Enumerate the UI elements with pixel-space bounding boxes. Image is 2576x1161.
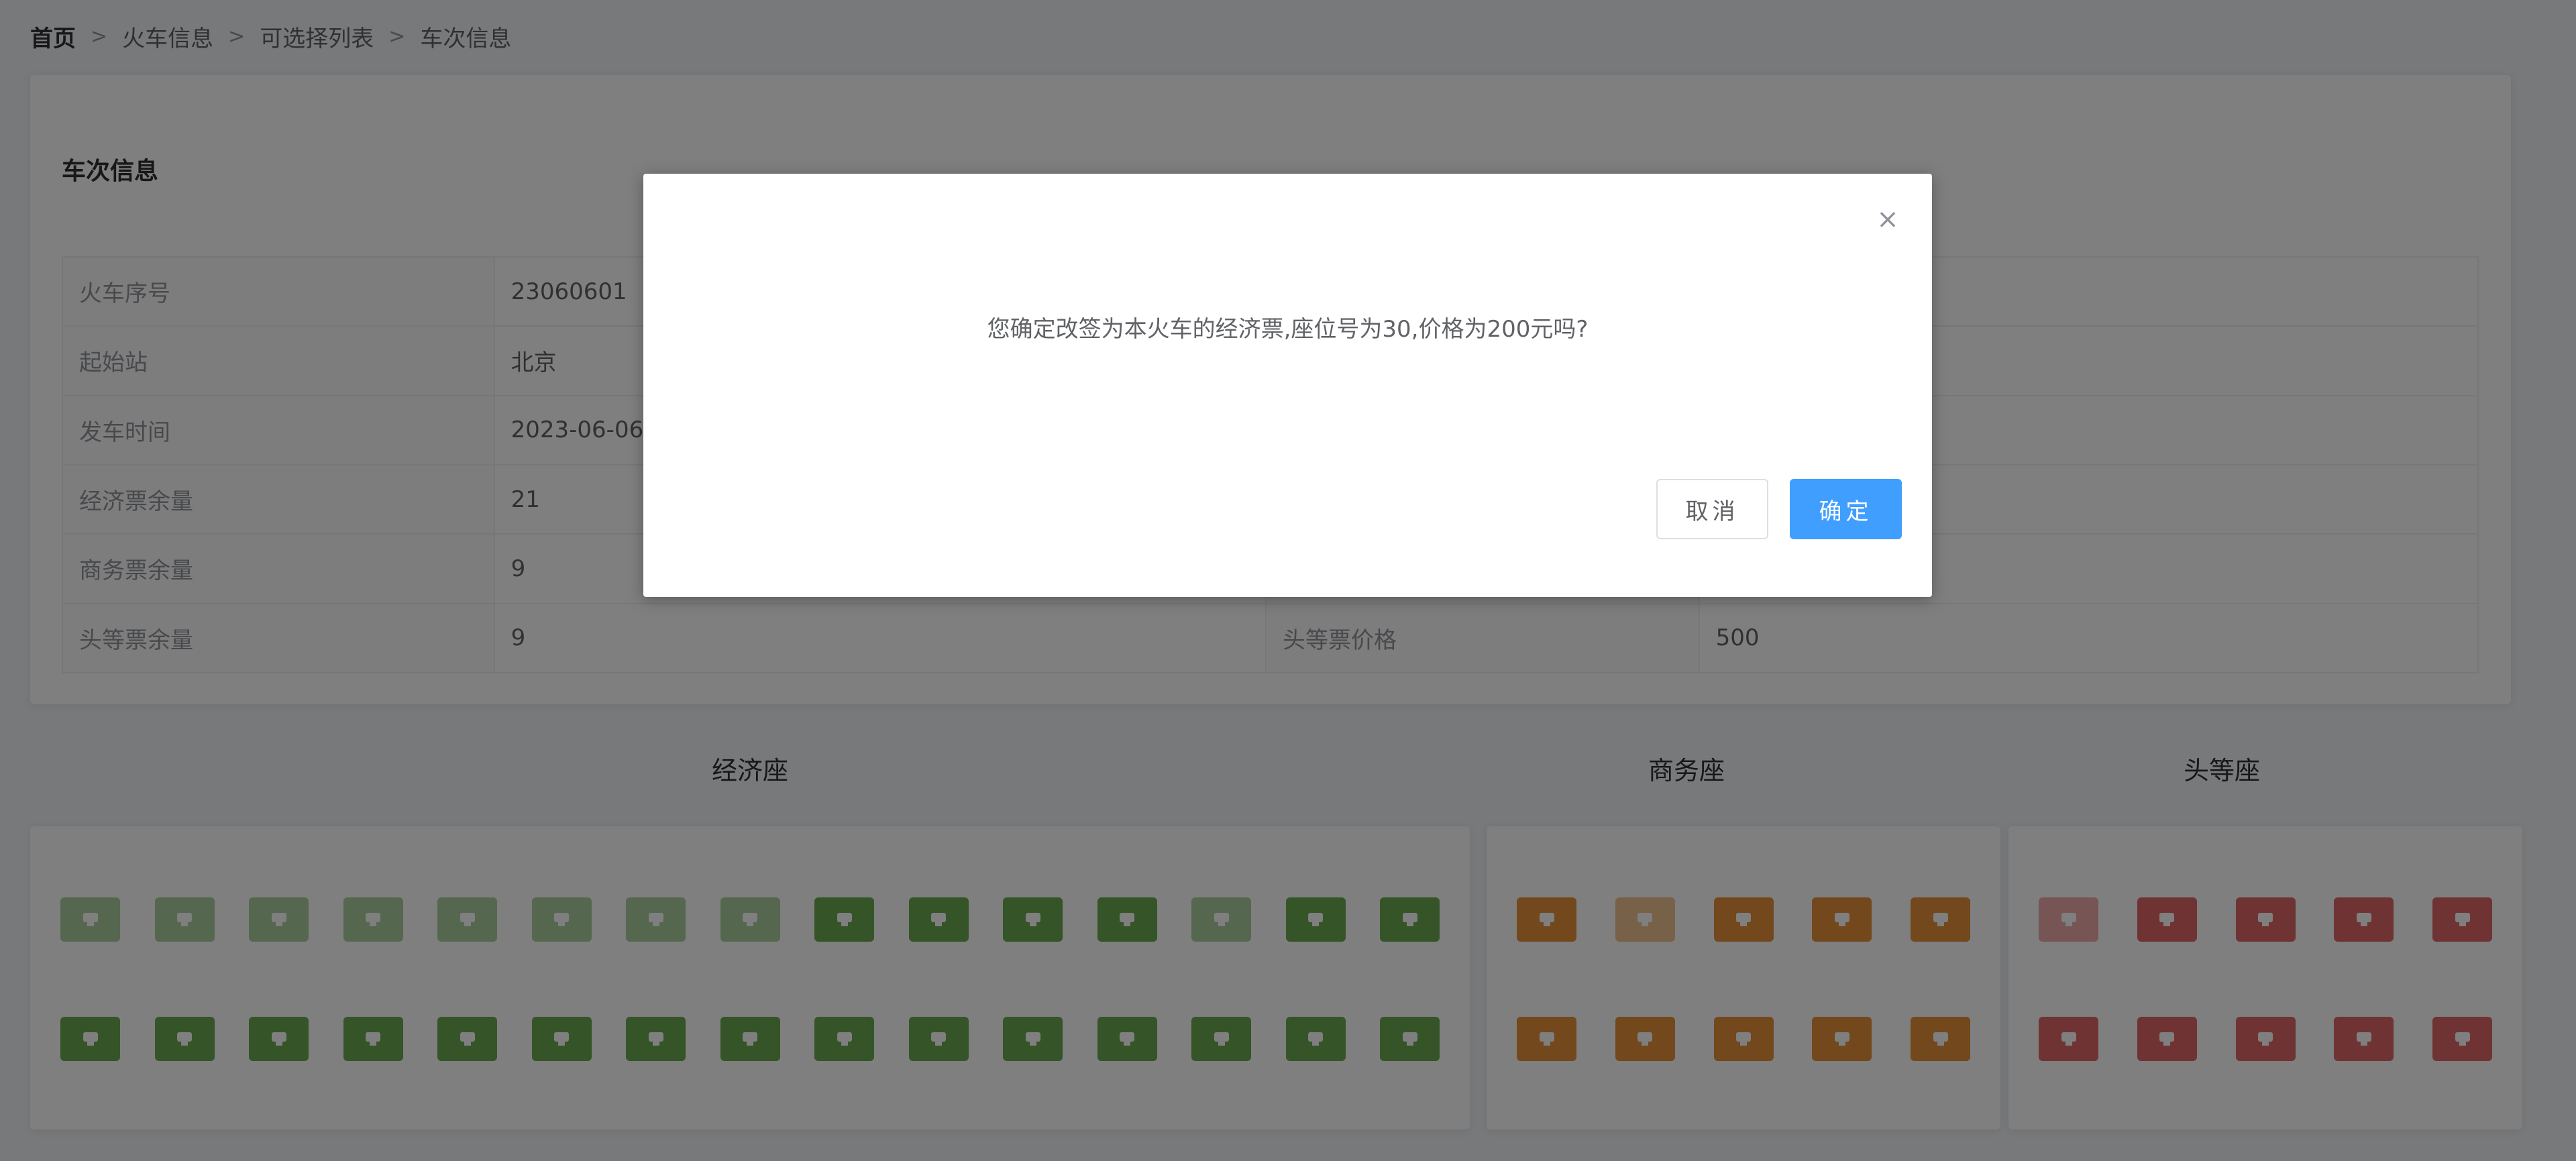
close-icon[interactable]: × xyxy=(1874,206,1901,233)
confirm-dialog: × 您确定改签为本火车的经济票,座位号为30,价格为200元吗? 取消 确定 xyxy=(643,174,1932,597)
dialog-message: 您确定改签为本火车的经济票,座位号为30,价格为200元吗? xyxy=(987,316,1589,343)
confirm-button[interactable]: 确定 xyxy=(1790,479,1902,539)
cancel-button[interactable]: 取消 xyxy=(1656,479,1768,539)
